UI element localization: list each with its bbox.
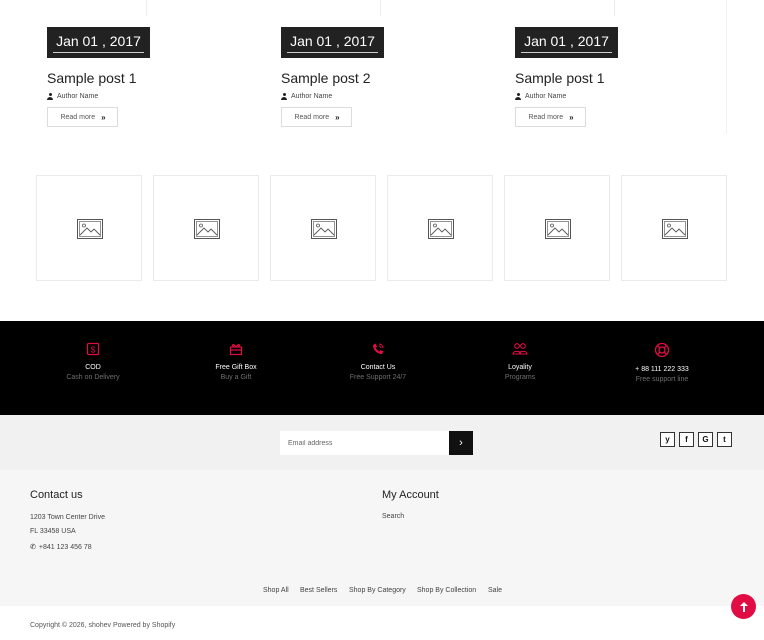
author-name: Author Name xyxy=(291,93,333,100)
card-image-frame xyxy=(515,0,615,16)
brand-logo-tile[interactable] xyxy=(387,175,493,281)
footer-nav-sale[interactable]: Sale xyxy=(488,587,502,594)
gift-box-icon xyxy=(229,344,243,356)
users-icon xyxy=(512,343,528,355)
user-icon xyxy=(515,93,521,100)
double-chevron-right-icon: » xyxy=(335,112,340,122)
footer-nav-shop-all[interactable]: Shop All xyxy=(263,587,289,594)
arrow-up-icon xyxy=(739,601,748,612)
email-input[interactable] xyxy=(280,431,449,455)
service-support-line: + 88 111 222 333 Free support line xyxy=(597,342,727,383)
footer-nav-shop-by-collection[interactable]: Shop By Collection xyxy=(417,587,476,594)
post-title[interactable]: Sample post 1 xyxy=(515,70,605,86)
read-more-button[interactable]: Read more » xyxy=(515,107,586,127)
service-subtitle: Buy a Gift xyxy=(220,374,252,381)
newsletter-section: › y f G t xyxy=(0,415,764,470)
chevron-right-icon: › xyxy=(459,437,463,449)
read-more-button[interactable]: Read more » xyxy=(47,107,118,127)
date-underline xyxy=(53,52,144,53)
author-name: Author Name xyxy=(57,93,99,100)
subscribe-button[interactable]: › xyxy=(449,431,473,455)
lifebuoy-icon xyxy=(654,342,670,358)
user-icon xyxy=(281,93,287,100)
service-subtitle: Cash on Delivery xyxy=(66,374,120,381)
post-date: Jan 01 , 2017 xyxy=(56,33,141,49)
post-title[interactable]: Sample post 2 xyxy=(281,70,371,86)
address-line-1: 1203 Town Center Drive xyxy=(30,514,105,521)
back-to-top-button[interactable] xyxy=(731,594,756,619)
phone-call-icon xyxy=(373,343,384,354)
service-gift: Free Gift Box Buy a Gift xyxy=(171,342,301,381)
twitter-icon[interactable]: y xyxy=(660,432,675,447)
card-border xyxy=(726,0,727,134)
image-placeholder-icon xyxy=(662,219,688,239)
service-title: Contact Us xyxy=(360,364,396,371)
brand-logo-tile[interactable] xyxy=(504,175,610,281)
blog-post-card: Jan 01 , 2017 Sample post 2 Author Name … xyxy=(281,0,505,134)
post-date-badge: Jan 01 , 2017 xyxy=(515,27,618,58)
post-title[interactable]: Sample post 1 xyxy=(47,70,137,86)
read-more-label: Read more xyxy=(528,113,564,121)
date-underline xyxy=(287,52,378,53)
image-placeholder-icon xyxy=(311,219,337,239)
double-chevron-right-icon: » xyxy=(569,112,574,122)
user-icon xyxy=(47,93,53,100)
brand-logo-tile[interactable] xyxy=(270,175,376,281)
service-subtitle: Free support line xyxy=(635,376,689,383)
image-placeholder-icon xyxy=(545,219,571,239)
phone-icon: ✆ xyxy=(30,544,36,551)
phone-number[interactable]: +841 123 456 78 xyxy=(39,544,92,551)
blog-post-card: Jan 01 , 2017 Sample post 1 Author Name … xyxy=(47,0,271,134)
post-author: Author Name xyxy=(47,93,98,100)
brand-logo-tile[interactable] xyxy=(153,175,259,281)
cash-icon: $ xyxy=(86,342,100,356)
footer: Contact us 1203 Town Center Drive FL 334… xyxy=(0,470,764,606)
image-placeholder-icon xyxy=(194,219,220,239)
tumblr-icon[interactable]: t xyxy=(717,432,732,447)
card-image-frame xyxy=(281,0,381,16)
my-account-heading: My Account xyxy=(382,489,439,501)
service-title: Free Gift Box xyxy=(215,364,257,371)
service-loyalty: Loyality Programs xyxy=(455,342,585,381)
image-placeholder-icon xyxy=(428,219,454,239)
facebook-icon[interactable]: f xyxy=(679,432,694,447)
double-chevron-right-icon: » xyxy=(101,112,106,122)
service-subtitle: Free Support 24/7 xyxy=(349,374,407,381)
post-date: Jan 01 , 2017 xyxy=(290,33,375,49)
footer-link-search[interactable]: Search xyxy=(382,513,404,520)
address-line-2: FL 33458 USA xyxy=(30,528,76,535)
post-date-badge: Jan 01 , 2017 xyxy=(47,27,150,58)
google-icon[interactable]: G xyxy=(698,432,713,447)
card-image-frame xyxy=(47,0,147,16)
service-subtitle: Programs xyxy=(504,374,536,381)
post-date: Jan 01 , 2017 xyxy=(524,33,609,49)
service-title: Loyality xyxy=(508,364,532,371)
contact-heading: Contact us xyxy=(30,489,83,501)
brand-logo-tile[interactable] xyxy=(36,175,142,281)
footer-nav-best-sellers[interactable]: Best Sellers xyxy=(300,587,337,594)
post-author: Author Name xyxy=(515,93,566,100)
phone-line: ✆ +841 123 456 78 xyxy=(30,543,92,552)
svg-text:$: $ xyxy=(91,346,96,355)
blog-post-card: Jan 01 , 2017 Sample post 1 Author Name … xyxy=(515,0,727,134)
service-title: + 88 111 222 333 xyxy=(635,366,689,373)
post-date-badge: Jan 01 , 2017 xyxy=(281,27,384,58)
read-more-label: Read more xyxy=(60,113,96,121)
copyright-text: Copyright © 2026, shohev Powered by Shop… xyxy=(30,622,176,629)
service-cod: $ COD Cash on Delivery xyxy=(28,342,158,381)
service-title: COD xyxy=(85,364,101,371)
footer-nav-shop-by-category[interactable]: Shop By Category xyxy=(349,587,406,594)
service-contact: Contact Us Free Support 24/7 xyxy=(313,342,443,381)
author-name: Author Name xyxy=(525,93,567,100)
date-underline xyxy=(521,52,612,53)
read-more-button[interactable]: Read more » xyxy=(281,107,352,127)
image-placeholder-icon xyxy=(77,219,103,239)
service-bar: $ COD Cash on Delivery Free Gift Box Buy… xyxy=(0,321,764,415)
post-author: Author Name xyxy=(281,93,332,100)
read-more-label: Read more xyxy=(294,113,330,121)
brand-logo-tile[interactable] xyxy=(621,175,727,281)
